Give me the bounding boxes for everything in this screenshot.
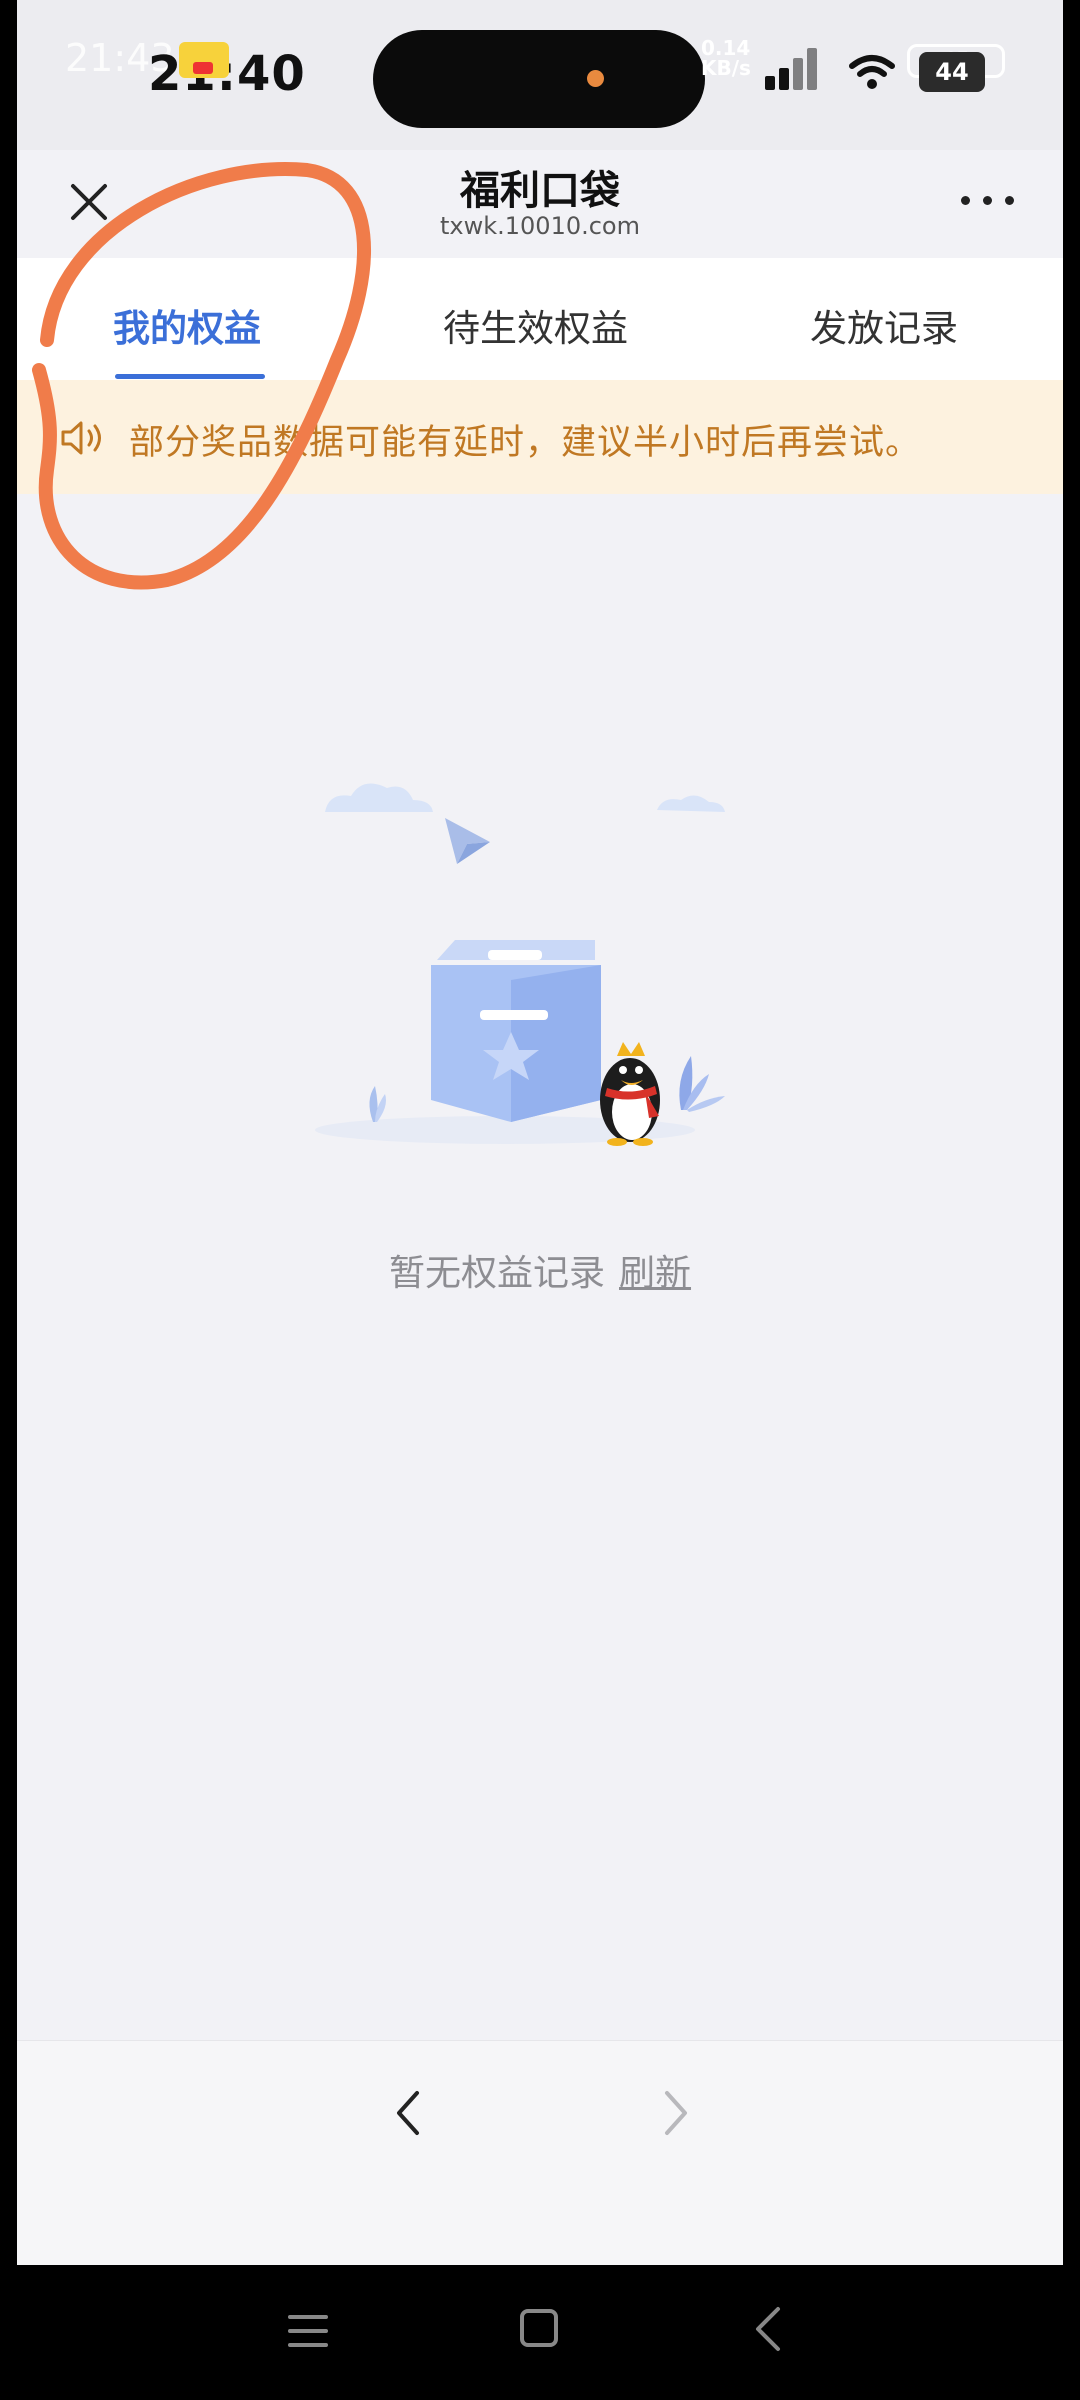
battery-icon: 44: [919, 52, 985, 92]
notice-banner: 部分奖品数据可能有延时，建议半小时后再尝试。: [17, 380, 1063, 494]
app-notification-icon: [179, 42, 229, 78]
app-screen: 21:43 21:40 0.14 KB/s 45 44 福利口袋 txwk.10…: [17, 0, 1063, 2265]
speaker-icon: [61, 421, 101, 455]
signal-icon: [765, 44, 829, 90]
wifi-icon: [849, 55, 895, 89]
system-back-icon[interactable]: [752, 2305, 784, 2353]
active-tab-indicator: [115, 374, 265, 379]
page-url: txwk.10010.com: [439, 212, 640, 240]
more-options-icon[interactable]: [961, 190, 1021, 210]
tab-bar: 我的权益 待生效权益 发放记录: [17, 258, 1063, 381]
battery-level: 44: [935, 58, 969, 86]
notice-text: 部分奖品数据可能有延时，建议半小时后再尝试。: [129, 423, 922, 463]
dynamic-island: [373, 30, 705, 128]
empty-box-illustration: [315, 783, 725, 1146]
browser-nav-bar: [17, 2040, 1063, 2265]
system-nav-bar: [0, 2265, 1080, 2400]
forward-arrow-icon[interactable]: [657, 2083, 697, 2143]
back-arrow-icon[interactable]: [387, 2083, 427, 2143]
network-speed: 0.14 KB/s: [701, 36, 751, 80]
refresh-link[interactable]: 刷新: [619, 1253, 691, 1294]
empty-state: 暂无权益记录 刷新: [17, 1244, 1063, 1296]
page-title: 福利口袋: [460, 168, 620, 214]
menu-icon[interactable]: [288, 2313, 328, 2349]
tab-issue-records[interactable]: 发放记录: [810, 298, 958, 352]
tab-my-benefits[interactable]: 我的权益: [113, 298, 261, 352]
camera-indicator-icon: [587, 70, 604, 87]
home-icon[interactable]: [520, 2309, 558, 2347]
tab-pending-benefits[interactable]: 待生效权益: [443, 298, 628, 352]
status-bar: 21:43 21:40 0.14 KB/s 45 44: [17, 0, 1063, 150]
empty-message: 暂无权益记录: [388, 1253, 605, 1294]
